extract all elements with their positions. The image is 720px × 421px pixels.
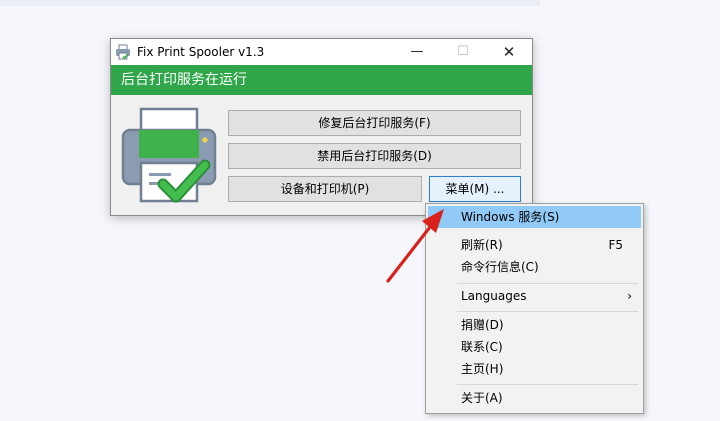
disable-spooler-button[interactable]: 禁用后台打印服务(D) <box>228 143 521 169</box>
menu-item-cmdline-info[interactable]: 命令行信息(C) <box>428 256 641 278</box>
menu-item-label: 主页(H) <box>461 362 504 376</box>
menu-item-about[interactable]: 关于(A) <box>428 387 641 409</box>
menu-separator <box>457 311 638 312</box>
repair-spooler-button[interactable]: 修复后台打印服务(F) <box>228 110 521 136</box>
title-bar[interactable]: Fix Print Spooler v1.3 — ☐ ✕ <box>111 39 532 65</box>
menu-item-windows-services[interactable]: Windows 服务(S) <box>428 206 641 228</box>
app-window: Fix Print Spooler v1.3 — ☐ ✕ 后台打印服务在运行 修… <box>110 38 533 216</box>
menu-item-homepage[interactable]: 主页(H) <box>428 358 641 380</box>
menu-item-label: 刷新(R) <box>461 238 503 252</box>
chevron-right-icon: › <box>627 289 632 303</box>
printer-app-icon <box>116 44 130 60</box>
menu-item-languages[interactable]: Languages › <box>428 285 641 307</box>
menu-separator <box>457 384 638 385</box>
red-arrow-annotation <box>386 209 444 283</box>
devices-printers-button[interactable]: 设备和打印机(P) <box>228 176 422 202</box>
status-banner: 后台打印服务在运行 <box>111 65 532 95</box>
menu-item-label: 命令行信息(C) <box>461 260 539 274</box>
menu-separator <box>457 283 638 284</box>
maximize-button[interactable]: ☐ <box>440 39 486 65</box>
close-button[interactable]: ✕ <box>486 39 532 65</box>
window-title: Fix Print Spooler v1.3 <box>137 45 265 59</box>
menu-item-label: Languages <box>461 289 527 303</box>
menu-item-label: 联系(C) <box>461 340 503 354</box>
menu-item-label: 捐赠(D) <box>461 318 504 332</box>
menu-item-label: 关于(A) <box>461 391 503 405</box>
background-strip <box>0 0 540 6</box>
menu-item-donate[interactable]: 捐赠(D) <box>428 314 641 336</box>
printer-check-icon <box>121 107 217 203</box>
menu-item-shortcut: F5 <box>608 238 623 252</box>
minimize-button[interactable]: — <box>394 39 440 65</box>
menu-item-contact[interactable]: 联系(C) <box>428 336 641 358</box>
menu-button[interactable]: 菜单(M) ... <box>429 176 521 202</box>
menu-item-label: Windows 服务(S) <box>461 210 560 224</box>
menu-item-refresh[interactable]: 刷新(R) F5 <box>428 234 641 256</box>
context-menu: Windows 服务(S) 刷新(R) F5 命令行信息(C) Language… <box>425 203 644 414</box>
